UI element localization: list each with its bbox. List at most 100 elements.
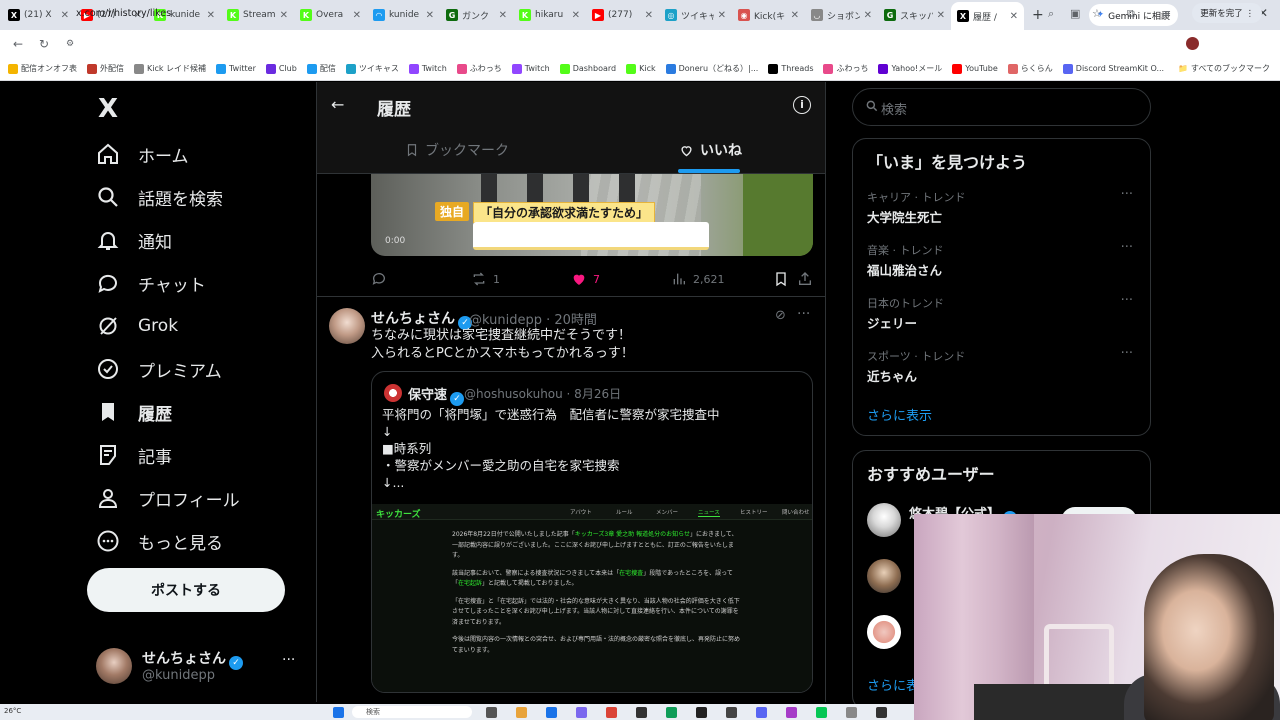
bookmark-item[interactable]: Club [265,63,297,74]
sidebar-item-premium[interactable]: プレミアム [96,348,222,390]
browser-tab[interactable]: K Stream ✕ [221,2,294,28]
install-icon[interactable]: ▣ [1070,7,1080,20]
more-dots-icon[interactable]: ··· [1121,293,1133,308]
views-button[interactable]: 2,621 [671,271,725,287]
search-box[interactable]: 検索 [852,88,1151,126]
tweet-handle-time[interactable]: @kunidepp · 20時間 [469,309,597,328]
reload-icon[interactable]: ↻ [36,37,52,51]
bookmark-item[interactable]: Twitch [408,63,447,74]
bookmark-item[interactable]: Kick レイド候補 [134,63,206,74]
sidebar-item-profile[interactable]: プロフィール [96,477,240,519]
sidebar-item-search[interactable]: 話題を検索 [96,176,223,218]
browser-tab[interactable]: ◉ Kick(キ ✕ [732,2,805,28]
browser-tab[interactable]: K Overa ✕ [294,2,367,28]
taskbar-search[interactable]: 検索 [352,706,472,718]
quoted-tweet[interactable]: 保守速 ✓ @hoshusokuhou · 8月26日 平将門の「将門塚」で迷惑行… [371,371,813,693]
taskbar-app-icon[interactable] [876,707,887,718]
trend-item[interactable]: キャリア · トレンド 大学院生死亡 ··· [867,187,1137,229]
close-tab-icon[interactable]: ✕ [718,10,726,21]
bookmark-item[interactable]: 配信オンオフ表 [8,63,77,74]
bookmark-item[interactable]: ツイキャス [345,63,399,74]
taskbar-app-icon[interactable] [576,707,587,718]
taskbar-app-icon[interactable] [516,707,527,718]
avatar[interactable] [867,615,901,649]
close-tab-icon[interactable]: ✕ [426,10,434,21]
taskbar-app-icon[interactable] [786,707,797,718]
tab-bookmarks[interactable]: ブックマーク [405,140,509,160]
more-dots-icon[interactable]: ··· [1121,187,1133,202]
grok-icon[interactable]: ⊘ [775,308,786,323]
taskbar-app-icon[interactable] [666,707,677,718]
taskbar-weather[interactable]: 26°C [4,707,21,715]
bookmark-item[interactable]: Twitch [511,63,550,74]
tab-search-icon[interactable]: ≡ [1162,7,1171,20]
close-tab-icon[interactable]: ✕ [207,10,215,21]
avatar[interactable] [867,559,901,593]
post-button[interactable]: ポストする [87,568,285,612]
close-tab-icon[interactable]: ✕ [791,10,799,21]
bookmark-item[interactable]: 配信 [306,63,336,74]
bookmark-item[interactable]: らくらん [1007,63,1053,74]
trend-item[interactable]: スポーツ · トレンド 近ちゃん ··· [867,346,1137,388]
taskbar-app-icon[interactable] [756,707,767,718]
sidebar-item-bookmark[interactable]: 履歴 [96,391,172,433]
bookmark-item[interactable]: ふわっち [823,63,868,74]
like-button[interactable]: 7 [571,271,600,287]
close-tab-icon[interactable]: ✕ [572,10,580,21]
close-tab-icon[interactable]: ✕ [499,10,507,21]
bookmark-item[interactable]: Twitter [216,63,256,74]
taskbar-app-icon[interactable] [816,707,827,718]
browser-tab[interactable]: G ガンク ✕ [440,2,513,28]
browser-tab[interactable]: ◡ ショボン ✕ [805,2,878,28]
browser-tab[interactable]: X 履歴 / ✕ [951,2,1024,30]
sidebar-item-grok[interactable]: Grok [96,305,178,347]
browser-tab[interactable]: X (21) X ✕ [2,2,75,28]
who-to-follow-show-more-link[interactable]: さらに表 [867,675,919,694]
taskbar-app-icon[interactable] [846,707,857,718]
taskbar-app-icon[interactable] [696,707,707,718]
all-bookmarks[interactable]: 📁 すべてのブックマーク [1178,63,1270,74]
bookmark-item[interactable]: Kick [626,63,656,74]
bookmark-item[interactable]: Threads [768,63,813,74]
zoom-icon[interactable]: ⌕ [1048,7,1054,21]
avatar[interactable] [867,503,901,537]
reply-button[interactable] [371,271,387,287]
repost-button[interactable]: 1 [471,271,500,287]
tweet-avatar[interactable] [329,308,365,344]
bookmark-item[interactable]: 外配信 [87,63,124,74]
start-icon[interactable] [333,707,344,718]
bookmark-button[interactable] [773,271,789,287]
close-tab-icon[interactable]: ✕ [61,10,69,21]
more-dots-icon[interactable]: ··· [1121,346,1133,361]
close-tab-icon[interactable]: ✕ [1010,11,1018,22]
browser-tab[interactable]: ◎ ツイキャ ✕ [659,2,732,28]
bookmark-item[interactable]: Yahoo!メール [878,63,942,74]
extensions-icon[interactable]: ⧉ [1127,7,1135,21]
star-icon[interactable]: ☆ [1092,7,1102,20]
bookmark-item[interactable]: Discord StreamKit O... [1062,63,1164,74]
close-tab-icon[interactable]: ✕ [280,10,288,21]
trend-item[interactable]: 日本のトレンド ジェリー ··· [867,293,1137,335]
more-dots-icon[interactable]: ··· [797,306,810,322]
tab-likes[interactable]: いいね [679,140,742,160]
back-arrow-icon[interactable]: ← [331,95,344,114]
url-field[interactable]: x.com/i/history/likes [76,8,171,19]
bookmark-item[interactable]: YouTube [952,63,998,74]
more-dots-icon[interactable]: ··· [282,652,295,668]
taskbar-app-icon[interactable] [726,707,737,718]
sidebar-item-article[interactable]: 記事 [96,434,172,476]
bookmark-item[interactable]: Dashboard [559,63,616,74]
close-tab-icon[interactable]: ✕ [864,10,872,21]
x-logo[interactable]: X [98,94,118,124]
site-info-icon[interactable]: ⚙ [62,39,78,49]
trend-item[interactable]: 音楽 · トレンド 福山雅治さん ··· [867,240,1137,282]
close-tab-icon[interactable]: ✕ [645,10,653,21]
taskbar-app-icon[interactable] [636,707,647,718]
taskbar-app-icon[interactable] [486,707,497,718]
profile-avatar[interactable] [1186,37,1199,50]
sidebar-item-more[interactable]: もっと見る [96,520,223,562]
browser-tab[interactable]: ▶ (277) ✕ [586,2,659,28]
update-button[interactable]: 更新を完了 ⋮ [1192,3,1262,23]
taskbar-app-icon[interactable] [606,707,617,718]
bookmark-item[interactable]: Doneru（どねる）|... [665,63,758,74]
